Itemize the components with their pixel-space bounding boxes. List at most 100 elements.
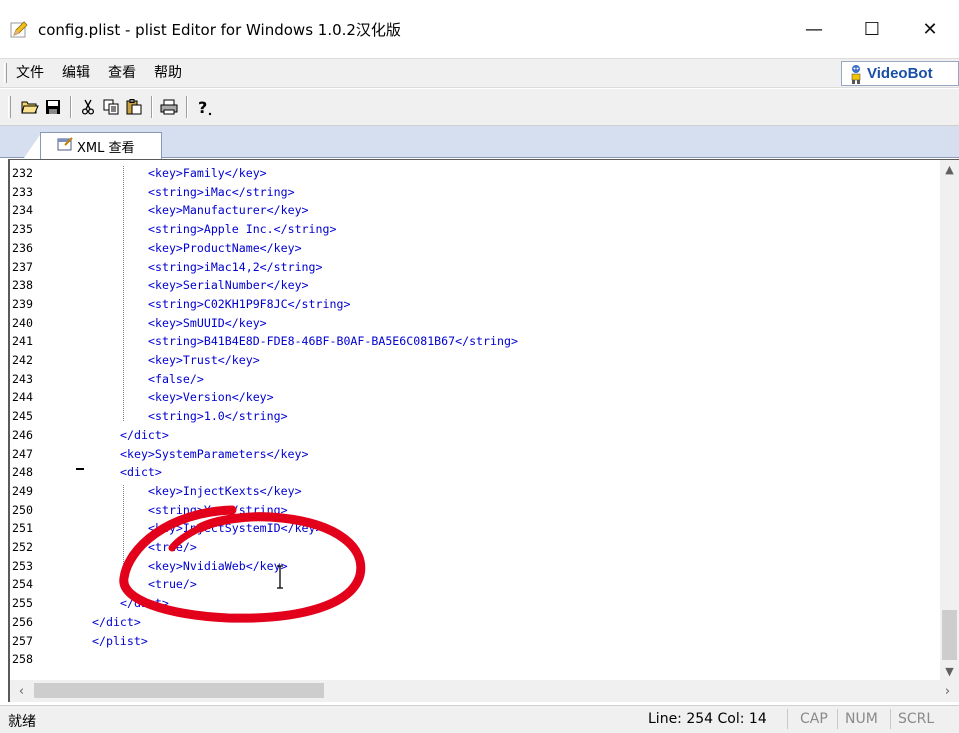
menu-view[interactable]: 查看 <box>99 62 145 84</box>
scroll-right-arrow[interactable]: › <box>938 680 957 702</box>
xml-code-text: <string>C02KH1P9F8JC</string> <box>148 296 351 311</box>
open-folder-icon[interactable] <box>19 96 41 118</box>
toolbar: ? <box>0 89 959 126</box>
status-divider <box>787 709 788 729</box>
xml-editor[interactable]: 232 <key>Family</key> 233 <string>iMac</str… <box>8 159 959 680</box>
line-number: 244 <box>12 390 33 405</box>
scroll-down-arrow[interactable]: ▼ <box>940 662 959 680</box>
copy-icon[interactable] <box>100 96 122 118</box>
status-bar: 就绪 Line: 254 Col: 14 CAP NUM SCRL <box>0 705 959 733</box>
line-number: 238 <box>12 278 33 293</box>
menu-edit[interactable]: 编辑 <box>53 62 99 84</box>
toolbar-grip[interactable] <box>8 96 11 118</box>
code-line[interactable]: 250 <string>Yes</string> <box>10 501 940 520</box>
code-line[interactable]: 254 <true/> <box>10 575 940 594</box>
xml-code-text: <string>1.0</string> <box>148 409 288 424</box>
line-number: 250 <box>12 502 33 517</box>
code-line[interactable]: 256 </dict> <box>10 613 940 632</box>
line-number: 242 <box>12 353 33 367</box>
code-line[interactable]: 240 <key>SmUUID</key> <box>10 314 940 333</box>
code-line[interactable]: 247 <key>SystemParameters</key> <box>10 445 940 464</box>
cursor-position: Line: 254 Col: 14 <box>648 711 767 727</box>
line-number: 233 <box>12 184 33 199</box>
line-number: 254 <box>12 577 33 592</box>
close-button[interactable]: ✕ <box>901 0 959 58</box>
menu-help[interactable]: 帮助 <box>145 62 191 84</box>
code-line[interactable]: 237 <string>iMac14,2</string> <box>10 258 940 277</box>
line-number: 246 <box>12 427 33 442</box>
code-line[interactable]: 253 <key>NvidiaWeb</key> <box>10 557 940 576</box>
code-line[interactable]: 248 <dict> <box>10 463 940 482</box>
code-line[interactable]: 232 <key>Family</key> <box>10 164 940 183</box>
robot-icon <box>851 64 861 84</box>
line-number: 232 <box>12 166 33 180</box>
xml-code-text: <true/> <box>148 540 197 554</box>
xml-code-text: </dict> <box>120 427 169 442</box>
xml-code-text: <key>SystemParameters</key> <box>120 446 309 461</box>
code-line[interactable]: 245 <string>1.0</string> <box>10 407 940 426</box>
line-number: 243 <box>12 371 33 386</box>
code-line[interactable]: 252 <true/> <box>10 538 940 557</box>
xml-code-text: </dict> <box>120 596 169 611</box>
line-number: 249 <box>12 483 33 498</box>
xml-code-text: <key>Manufacturer</key> <box>148 203 309 218</box>
code-line[interactable]: 255 </dict> <box>10 594 940 613</box>
code-line[interactable]: 239 <string>C02KH1P9F8JC</string> <box>10 295 940 314</box>
cut-icon[interactable] <box>77 96 99 118</box>
save-icon[interactable] <box>42 96 64 118</box>
code-line[interactable]: 243 <false/> <box>10 370 940 389</box>
help-icon[interactable]: ? <box>193 96 215 118</box>
code-line[interactable]: 236 <key>ProductName</key> <box>10 239 940 258</box>
scroll-lock-indicator: SCRL <box>898 711 935 727</box>
paste-icon[interactable] <box>123 96 145 118</box>
tab-label: XML 查看 <box>77 140 135 156</box>
code-line[interactable]: 233 <string>iMac</string> <box>10 183 940 202</box>
code-line[interactable]: 241 <string>B41B4E8D-FDE8-46BF-B0AF-BA5E6… <box>10 332 940 351</box>
status-divider <box>890 709 891 729</box>
xml-code-text: <key>SmUUID</key> <box>148 315 267 330</box>
code-line[interactable]: 238 <key>SerialNumber</key> <box>10 276 940 295</box>
line-number: 240 <box>12 315 33 330</box>
line-number: 236 <box>12 240 33 255</box>
code-line[interactable]: 242 <key>Trust</key> <box>10 351 940 370</box>
code-line[interactable]: 246 </dict> <box>10 426 940 445</box>
vertical-scroll-thumb[interactable] <box>942 610 957 660</box>
code-line[interactable]: 258 <box>10 650 940 669</box>
xml-code-text: <key>ProductName</key> <box>148 240 302 255</box>
xml-code-text: <key>NvidiaWeb</key> <box>148 558 288 573</box>
code-line[interactable]: 249 <key>InjectKexts</key> <box>10 482 940 501</box>
scroll-left-arrow[interactable]: ‹ <box>12 680 31 702</box>
code-line[interactable]: 244 <key>Version</key> <box>10 388 940 407</box>
line-number: 257 <box>12 633 33 648</box>
code-line[interactable]: 235 <string>Apple Inc.</string> <box>10 220 940 239</box>
fold-marker[interactable] <box>76 468 84 470</box>
menu-bar: 文件 编辑 查看 帮助 VideoBot <box>0 58 959 88</box>
maximize-button[interactable]: ☐ <box>843 0 901 58</box>
brand-text: VideoBot <box>867 65 933 82</box>
vertical-scrollbar[interactable]: ▲ ▼ <box>940 160 959 680</box>
toolbar-separator <box>151 96 153 118</box>
scroll-up-arrow[interactable]: ▲ <box>940 160 959 179</box>
line-number: 253 <box>12 558 33 573</box>
line-number: 247 <box>12 446 33 461</box>
horizontal-scroll-thumb[interactable] <box>34 683 324 698</box>
code-line[interactable]: 234 <key>Manufacturer</key> <box>10 201 940 220</box>
text-cursor-icon <box>277 565 283 589</box>
horizontal-scrollbar[interactable]: ‹ › <box>8 680 959 702</box>
xml-code-text: <dict> <box>120 465 162 480</box>
print-icon[interactable] <box>158 96 180 118</box>
code-line[interactable]: 257 </plist> <box>10 632 940 651</box>
code-line[interactable]: 251 <key>InjectSystemID</key> <box>10 519 940 538</box>
tab-xml-view[interactable]: XML 查看 <box>40 132 162 159</box>
window-title: config.plist - plist Editor for Windows … <box>38 20 401 39</box>
caps-lock-indicator: CAP <box>800 711 828 727</box>
svg-text:?: ? <box>198 98 207 116</box>
line-number: 239 <box>12 296 33 311</box>
xml-code-text: </dict> <box>92 614 141 629</box>
xml-code-text: <string>Apple Inc.</string> <box>148 222 337 237</box>
xml-code-text: <false/> <box>148 371 204 386</box>
xml-code-text: </plist> <box>92 633 148 648</box>
menu-file[interactable]: 文件 <box>7 62 53 84</box>
xml-view-icon <box>57 136 73 156</box>
minimize-button[interactable]: — <box>785 0 843 58</box>
